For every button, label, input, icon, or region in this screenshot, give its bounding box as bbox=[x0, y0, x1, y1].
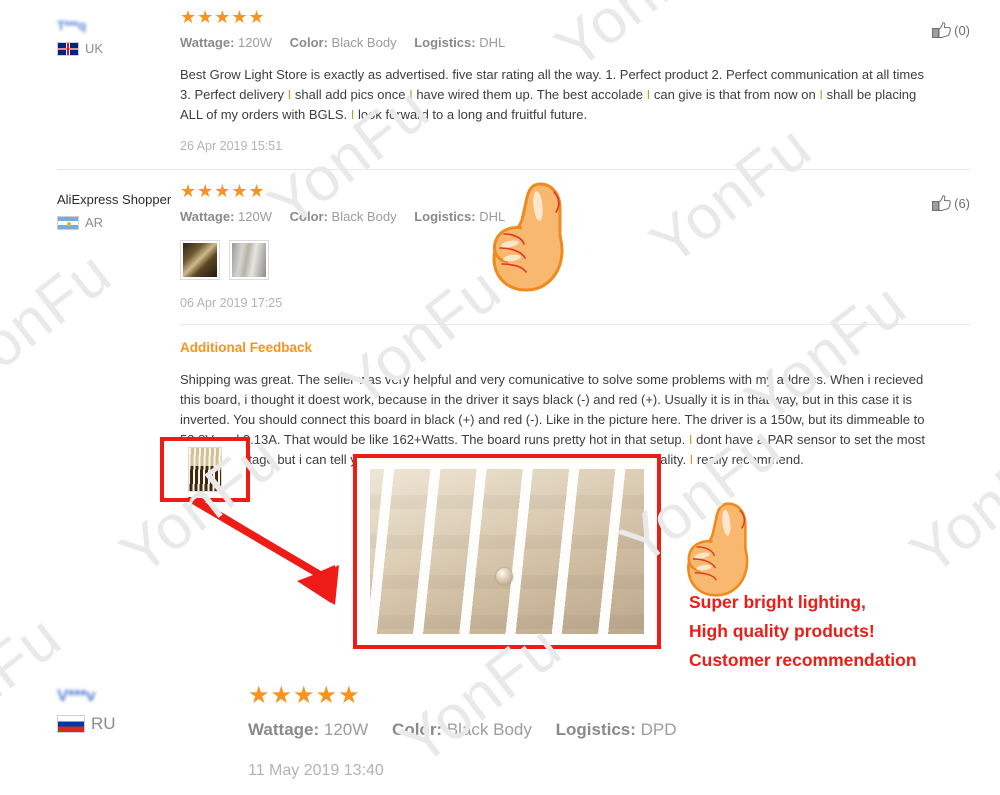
attr-color-value: Black Body bbox=[446, 720, 532, 739]
thumbs-up-icon bbox=[932, 22, 951, 38]
attr-wattage: Wattage: 120W bbox=[180, 35, 272, 50]
product-attributes: Wattage: 120W Color: Black Body Logistic… bbox=[180, 35, 970, 50]
highlighted-thumbnail-image bbox=[188, 447, 222, 492]
attr-color-label: Color: bbox=[289, 209, 328, 224]
country-code: AR bbox=[85, 215, 104, 230]
country-code: UK bbox=[85, 41, 104, 56]
promo-slogan-line: High quality products! bbox=[689, 621, 875, 641]
helpful-button[interactable]: (0) bbox=[932, 22, 970, 39]
attr-color-value: Black Body bbox=[331, 35, 397, 50]
review-text-line: ALL of my orders with BGLS. I look forwa… bbox=[180, 107, 588, 122]
red-arrow-annotation bbox=[185, 497, 339, 605]
feedback-text-line: this board, i thought it doest work, bec… bbox=[180, 392, 913, 407]
reviewer-info: AliExpress Shopper AR bbox=[0, 182, 180, 470]
attr-color: Color: Black Body bbox=[290, 35, 397, 50]
thumbs-up-illustration bbox=[492, 182, 564, 292]
review-item: AliExpress Shopper AR ★★★★★ Wattage: 120… bbox=[0, 170, 1000, 470]
highlighted-thumbnail-box bbox=[160, 437, 250, 502]
helpful-count: (0) bbox=[954, 23, 970, 38]
attr-wattage-label: Wattage: bbox=[248, 720, 320, 739]
attr-wattage: Wattage: 120W bbox=[248, 720, 368, 739]
review-date: 26 Apr 2019 15:51 bbox=[180, 139, 283, 153]
reviewer-country: UK bbox=[57, 41, 180, 56]
reviewer-info: T***q UK bbox=[0, 8, 180, 153]
attr-wattage-label: Wattage: bbox=[180, 209, 235, 224]
star-rating: ★★★★★ bbox=[248, 682, 361, 709]
feedback-divider bbox=[180, 324, 970, 325]
enlarged-photo-box bbox=[353, 454, 661, 649]
led-board-photo bbox=[370, 469, 644, 634]
attr-wattage: Wattage: 120W bbox=[180, 209, 272, 224]
review-text: Best Grow Light Store is exactly as adve… bbox=[180, 65, 970, 125]
attr-wattage-value: 120W bbox=[323, 720, 369, 739]
flag-ru-icon bbox=[57, 715, 85, 733]
country-code: RU bbox=[91, 714, 116, 733]
review-body: ★★★★★ Wattage: 120W Color: Black Body Lo… bbox=[180, 182, 1000, 470]
attr-wattage-value: 120W bbox=[238, 35, 272, 50]
attr-logistics-label: Logistics: bbox=[414, 35, 476, 50]
star-rating: ★★★★★ bbox=[180, 7, 266, 27]
reviewer-country: RU bbox=[57, 714, 180, 734]
feedback-text-line: inverted. You should connect this board … bbox=[180, 412, 925, 427]
thumbs-up-icon bbox=[932, 195, 951, 211]
attr-logistics: Logistics: DPD bbox=[556, 720, 677, 739]
review-item: T***q UK ★★★★★ Wattage: 120W Color: Blac… bbox=[0, 0, 1000, 153]
feedback-text-line: Shipping was great. The seller was very … bbox=[180, 372, 924, 387]
review-photo-image bbox=[183, 243, 217, 277]
promo-slogan-line: Customer recommendation bbox=[689, 650, 917, 670]
attr-color: Color: Black Body bbox=[392, 720, 532, 739]
attr-color-value: Black Body bbox=[331, 209, 397, 224]
promo-slogan: Super bright lighting, High quality prod… bbox=[689, 588, 917, 675]
reviewer-info: V***v RU bbox=[0, 684, 180, 780]
reviewer-name: V***v bbox=[57, 686, 96, 705]
review-body: ★★★★★ Wattage: 120W Color: Black Body Lo… bbox=[180, 684, 1000, 780]
attr-logistics-value: DPD bbox=[640, 720, 677, 739]
review-photo-image bbox=[232, 243, 266, 277]
review-photo-thumbnail[interactable] bbox=[229, 240, 269, 280]
attr-color: Color: Black Body bbox=[290, 209, 397, 224]
attr-logistics-label: Logistics: bbox=[414, 209, 476, 224]
helpful-count: (6) bbox=[954, 196, 970, 211]
attr-logistics-label: Logistics: bbox=[555, 720, 636, 739]
reviewer-name: T***q bbox=[57, 18, 86, 33]
additional-feedback-title: Additional Feedback bbox=[180, 340, 313, 355]
review-photo-thumbnail[interactable] bbox=[180, 240, 220, 280]
attr-logistics-value: DHL bbox=[479, 35, 506, 50]
attr-color-label: Color: bbox=[392, 720, 443, 739]
reviewer-country: AR bbox=[57, 215, 180, 230]
attr-logistics: Logistics: DHL bbox=[414, 35, 505, 50]
review-list: T***q UK ★★★★★ Wattage: 120W Color: Blac… bbox=[0, 0, 1000, 795]
review-body: ★★★★★ Wattage: 120W Color: Black Body Lo… bbox=[180, 8, 1000, 153]
attr-color-label: Color: bbox=[289, 35, 328, 50]
reviewer-name: AliExpress Shopper bbox=[57, 192, 172, 207]
helpful-button[interactable]: (6) bbox=[932, 195, 970, 212]
promo-slogan-line: Super bright lighting, bbox=[689, 592, 866, 612]
flag-ar-icon bbox=[57, 215, 79, 230]
review-date: 11 May 2019 13:40 bbox=[248, 762, 384, 779]
promo-graphic: Super bright lighting, High quality prod… bbox=[0, 432, 1000, 682]
review-text-line: Best Grow Light Store is exactly as adve… bbox=[180, 67, 924, 82]
review-item: V***v RU ★★★★★ Wattage: 120W Color: Blac… bbox=[0, 684, 1000, 780]
attr-wattage-value: 120W bbox=[238, 209, 272, 224]
product-attributes: Wattage: 120W Color: Black Body Logistic… bbox=[248, 720, 970, 740]
attr-wattage-label: Wattage: bbox=[180, 35, 235, 50]
flag-uk-icon bbox=[57, 41, 79, 56]
review-text-line: 3. Perfect delivery I shall add pics onc… bbox=[180, 87, 917, 102]
